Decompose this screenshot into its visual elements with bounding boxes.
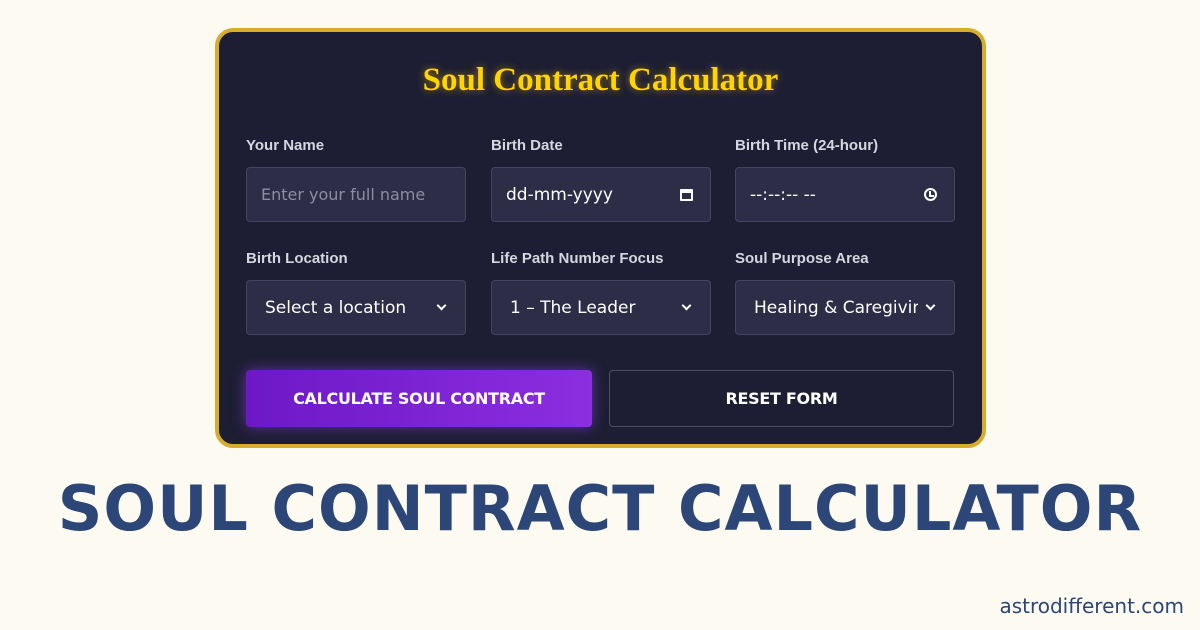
birth-time-field-group: Birth Time (24-hour) --:--:-- -- <box>735 137 955 222</box>
birth-location-select[interactable]: Select a location <box>246 280 466 335</box>
name-input-box[interactable] <box>246 167 466 222</box>
site-url: astrodifferent.com <box>999 594 1184 618</box>
birth-location-label: Birth Location <box>246 250 348 267</box>
page-headline: SOUL CONTRACT CALCULATOR <box>57 472 1143 545</box>
birth-time-value: --:--:-- -- <box>750 184 816 205</box>
calculator-title: Soul Contract Calculator <box>422 62 779 98</box>
birth-time-input[interactable]: --:--:-- -- <box>735 167 955 222</box>
birth-date-label: Birth Date <box>491 137 563 154</box>
name-label: Your Name <box>246 137 325 154</box>
soul-purpose-value: Healing & Caregiving <box>754 297 934 318</box>
chevron-down-icon <box>918 295 942 320</box>
birth-time-label: Birth Time (24-hour) <box>735 137 879 154</box>
birth-date-field-group: Birth Date dd-mm-yyyy <box>491 137 711 222</box>
calculator-card: Soul Contract Calculator Your Name Birth… <box>215 28 986 448</box>
name-input[interactable] <box>247 168 465 221</box>
chevron-down-icon <box>429 295 453 320</box>
birth-date-value: dd-mm-yyyy <box>506 184 613 205</box>
soul-purpose-label: Soul Purpose Area <box>735 250 869 267</box>
clock-icon[interactable] <box>918 182 942 207</box>
life-path-field-group: Life Path Number Focus 1 – The Leader <box>491 250 711 335</box>
reset-button[interactable]: RESET FORM <box>609 370 954 427</box>
calculate-button[interactable]: CALCULATE SOUL CONTRACT <box>246 370 592 427</box>
birth-location-value: Select a location <box>265 297 407 318</box>
chevron-down-icon <box>674 295 698 320</box>
birth-location-field-group: Birth Location Select a location <box>246 250 466 335</box>
birth-date-input[interactable]: dd-mm-yyyy <box>491 167 711 222</box>
life-path-value: 1 – The Leader <box>510 297 636 318</box>
page: Soul Contract Calculator Your Name Birth… <box>0 0 1200 630</box>
life-path-select[interactable]: 1 – The Leader <box>491 280 711 335</box>
life-path-label: Life Path Number Focus <box>491 250 664 267</box>
soul-purpose-field-group: Soul Purpose Area Healing & Caregiving <box>735 250 955 335</box>
soul-purpose-select[interactable]: Healing & Caregiving <box>735 280 955 335</box>
name-field-group: Your Name <box>246 137 466 222</box>
calendar-icon[interactable] <box>674 182 698 207</box>
